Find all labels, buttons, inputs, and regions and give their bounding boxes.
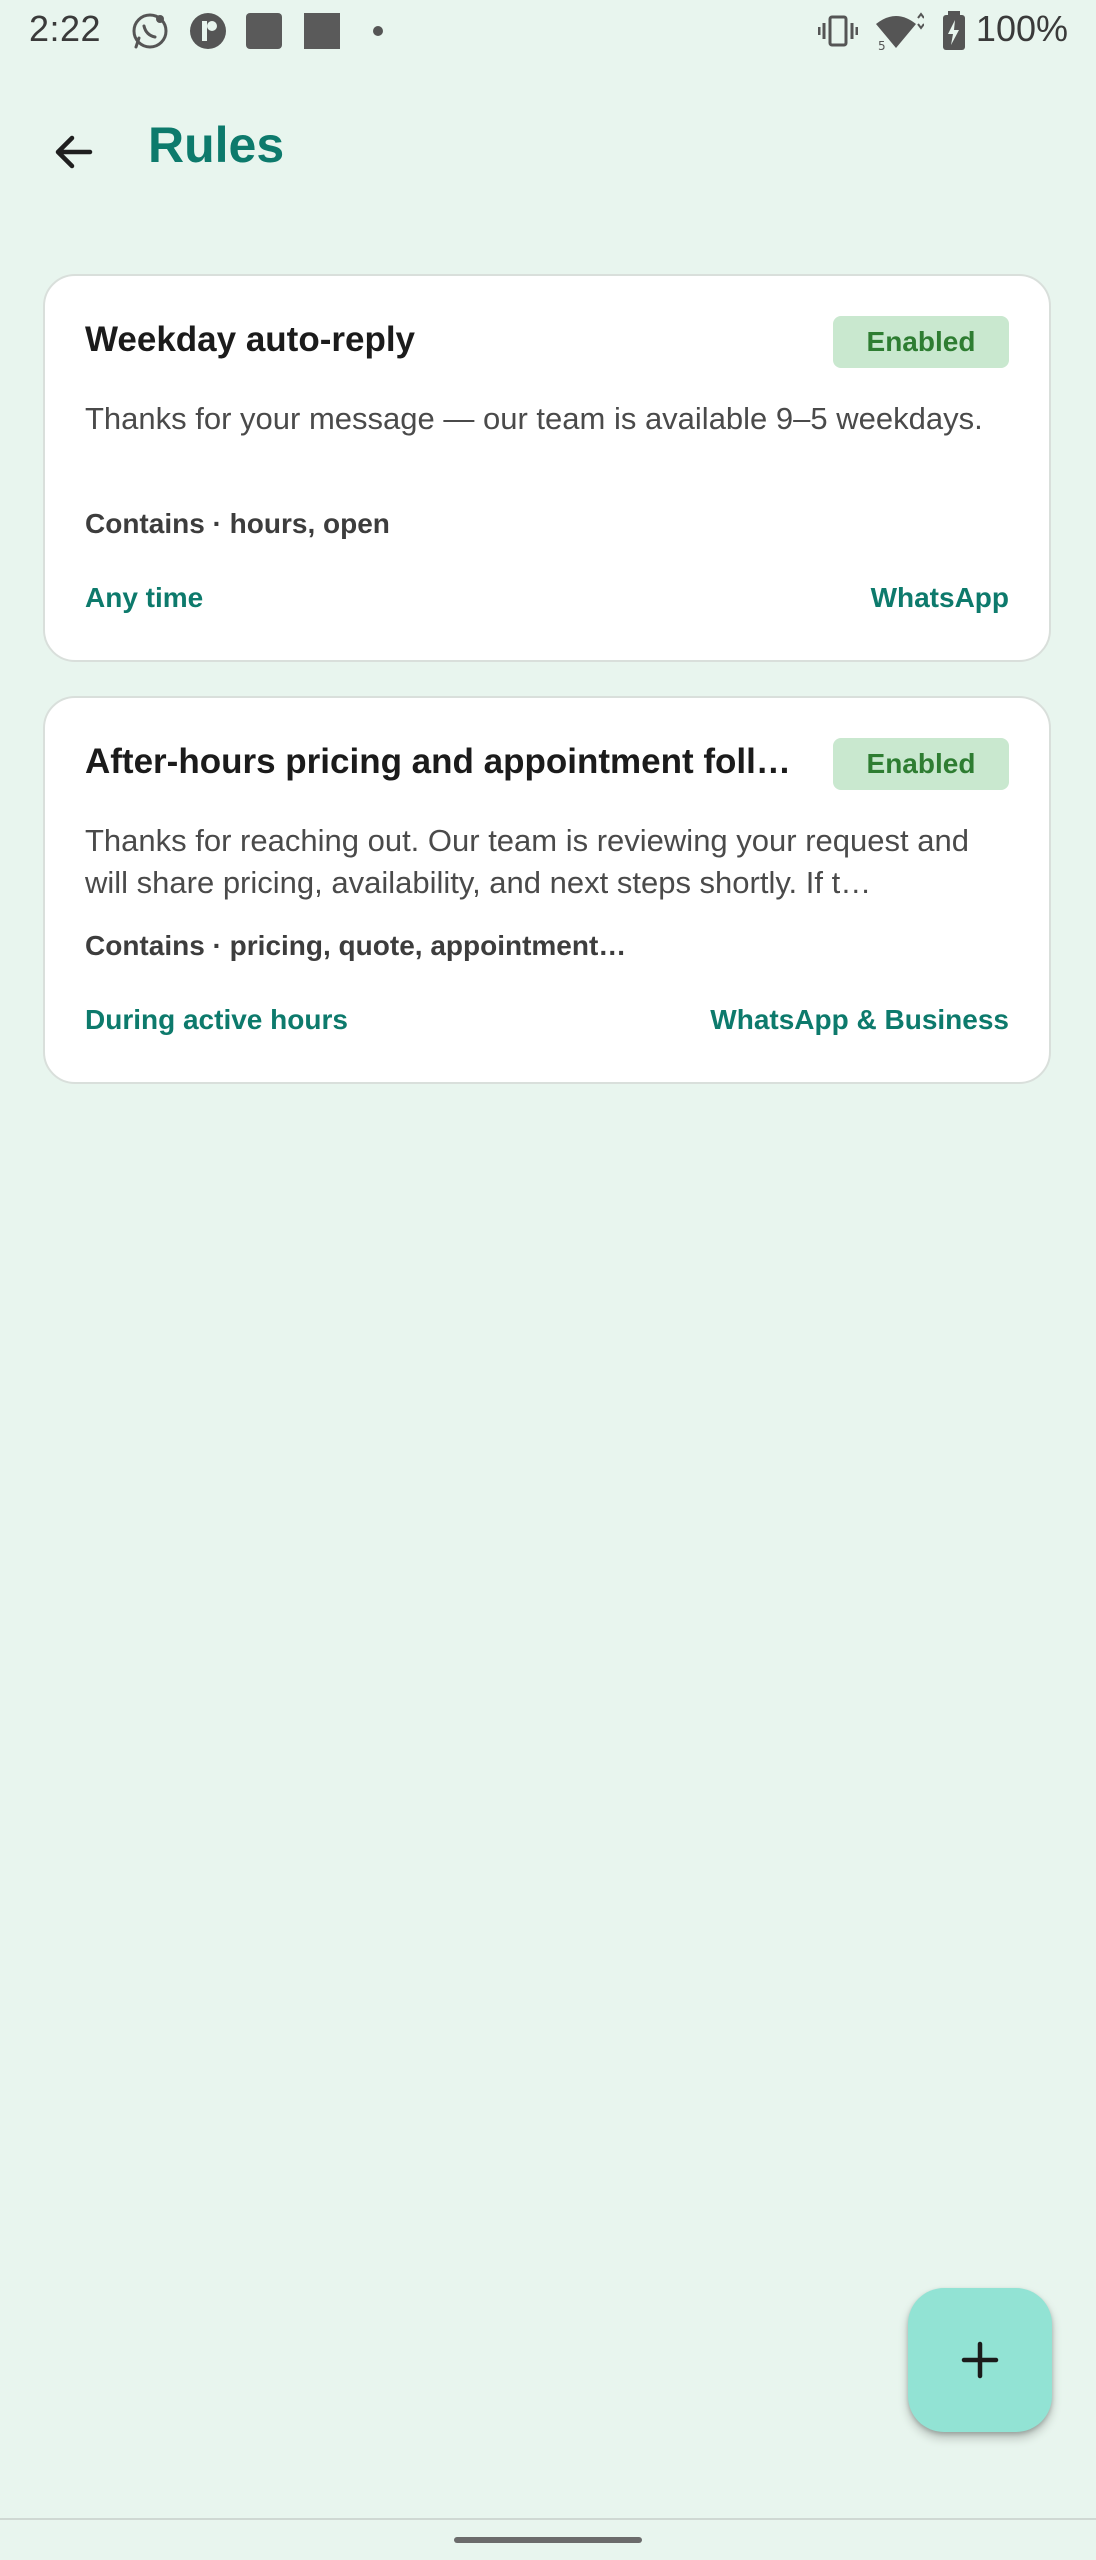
whatsapp-business-icon — [130, 11, 170, 56]
status-bar: 2:22 5 100% — [0, 0, 1096, 64]
nav-bar-divider — [0, 2518, 1096, 2520]
rule-keywords: Contains · pricing, quote, appointment… — [85, 930, 627, 961]
app-bar: Rules — [0, 64, 1096, 230]
rule-title: Weekday auto-reply — [85, 320, 416, 359]
vibrate-icon — [817, 13, 859, 54]
page-title: Rules — [148, 117, 285, 173]
image-icon — [302, 11, 342, 56]
status-badge: Enabled — [833, 316, 1009, 368]
battery-percentage: 100% — [975, 8, 1068, 49]
battery-charging-icon — [942, 11, 966, 56]
add-icon — [961, 2341, 999, 2379]
rule-card[interactable]: After-hours pricing and appointment foll… — [43, 696, 1051, 1084]
gesture-navigation-handle[interactable] — [454, 2537, 642, 2543]
rule-schedule: During active hours — [85, 1004, 348, 1035]
rule-message: Thanks for reaching out. Our team is rev… — [85, 823, 969, 900]
back-button[interactable] — [34, 112, 114, 192]
svg-text:5: 5 — [878, 39, 886, 52]
rule-card[interactable]: Weekday auto-reply Enabled Thanks for yo… — [43, 274, 1051, 662]
add-rule-button[interactable] — [908, 2288, 1052, 2432]
rule-schedule: Any time — [85, 582, 204, 613]
status-time: 2:22 — [29, 8, 102, 49]
rule-channel: WhatsApp & Business — [710, 1004, 1009, 1035]
wifi-icon: 5 — [874, 12, 925, 57]
status-badge: Enabled — [833, 738, 1009, 790]
arrow-back-icon — [55, 135, 93, 169]
rule-message: Thanks for your message — our team is av… — [85, 401, 983, 436]
rule-title: After-hours pricing and appointment foll… — [85, 742, 805, 781]
photo-icon — [244, 11, 284, 56]
app-icon — [188, 11, 228, 56]
notification-dot-icon — [372, 24, 384, 42]
rule-keywords: Contains · hours, open — [85, 508, 390, 539]
rule-channel: WhatsApp — [870, 582, 1009, 613]
